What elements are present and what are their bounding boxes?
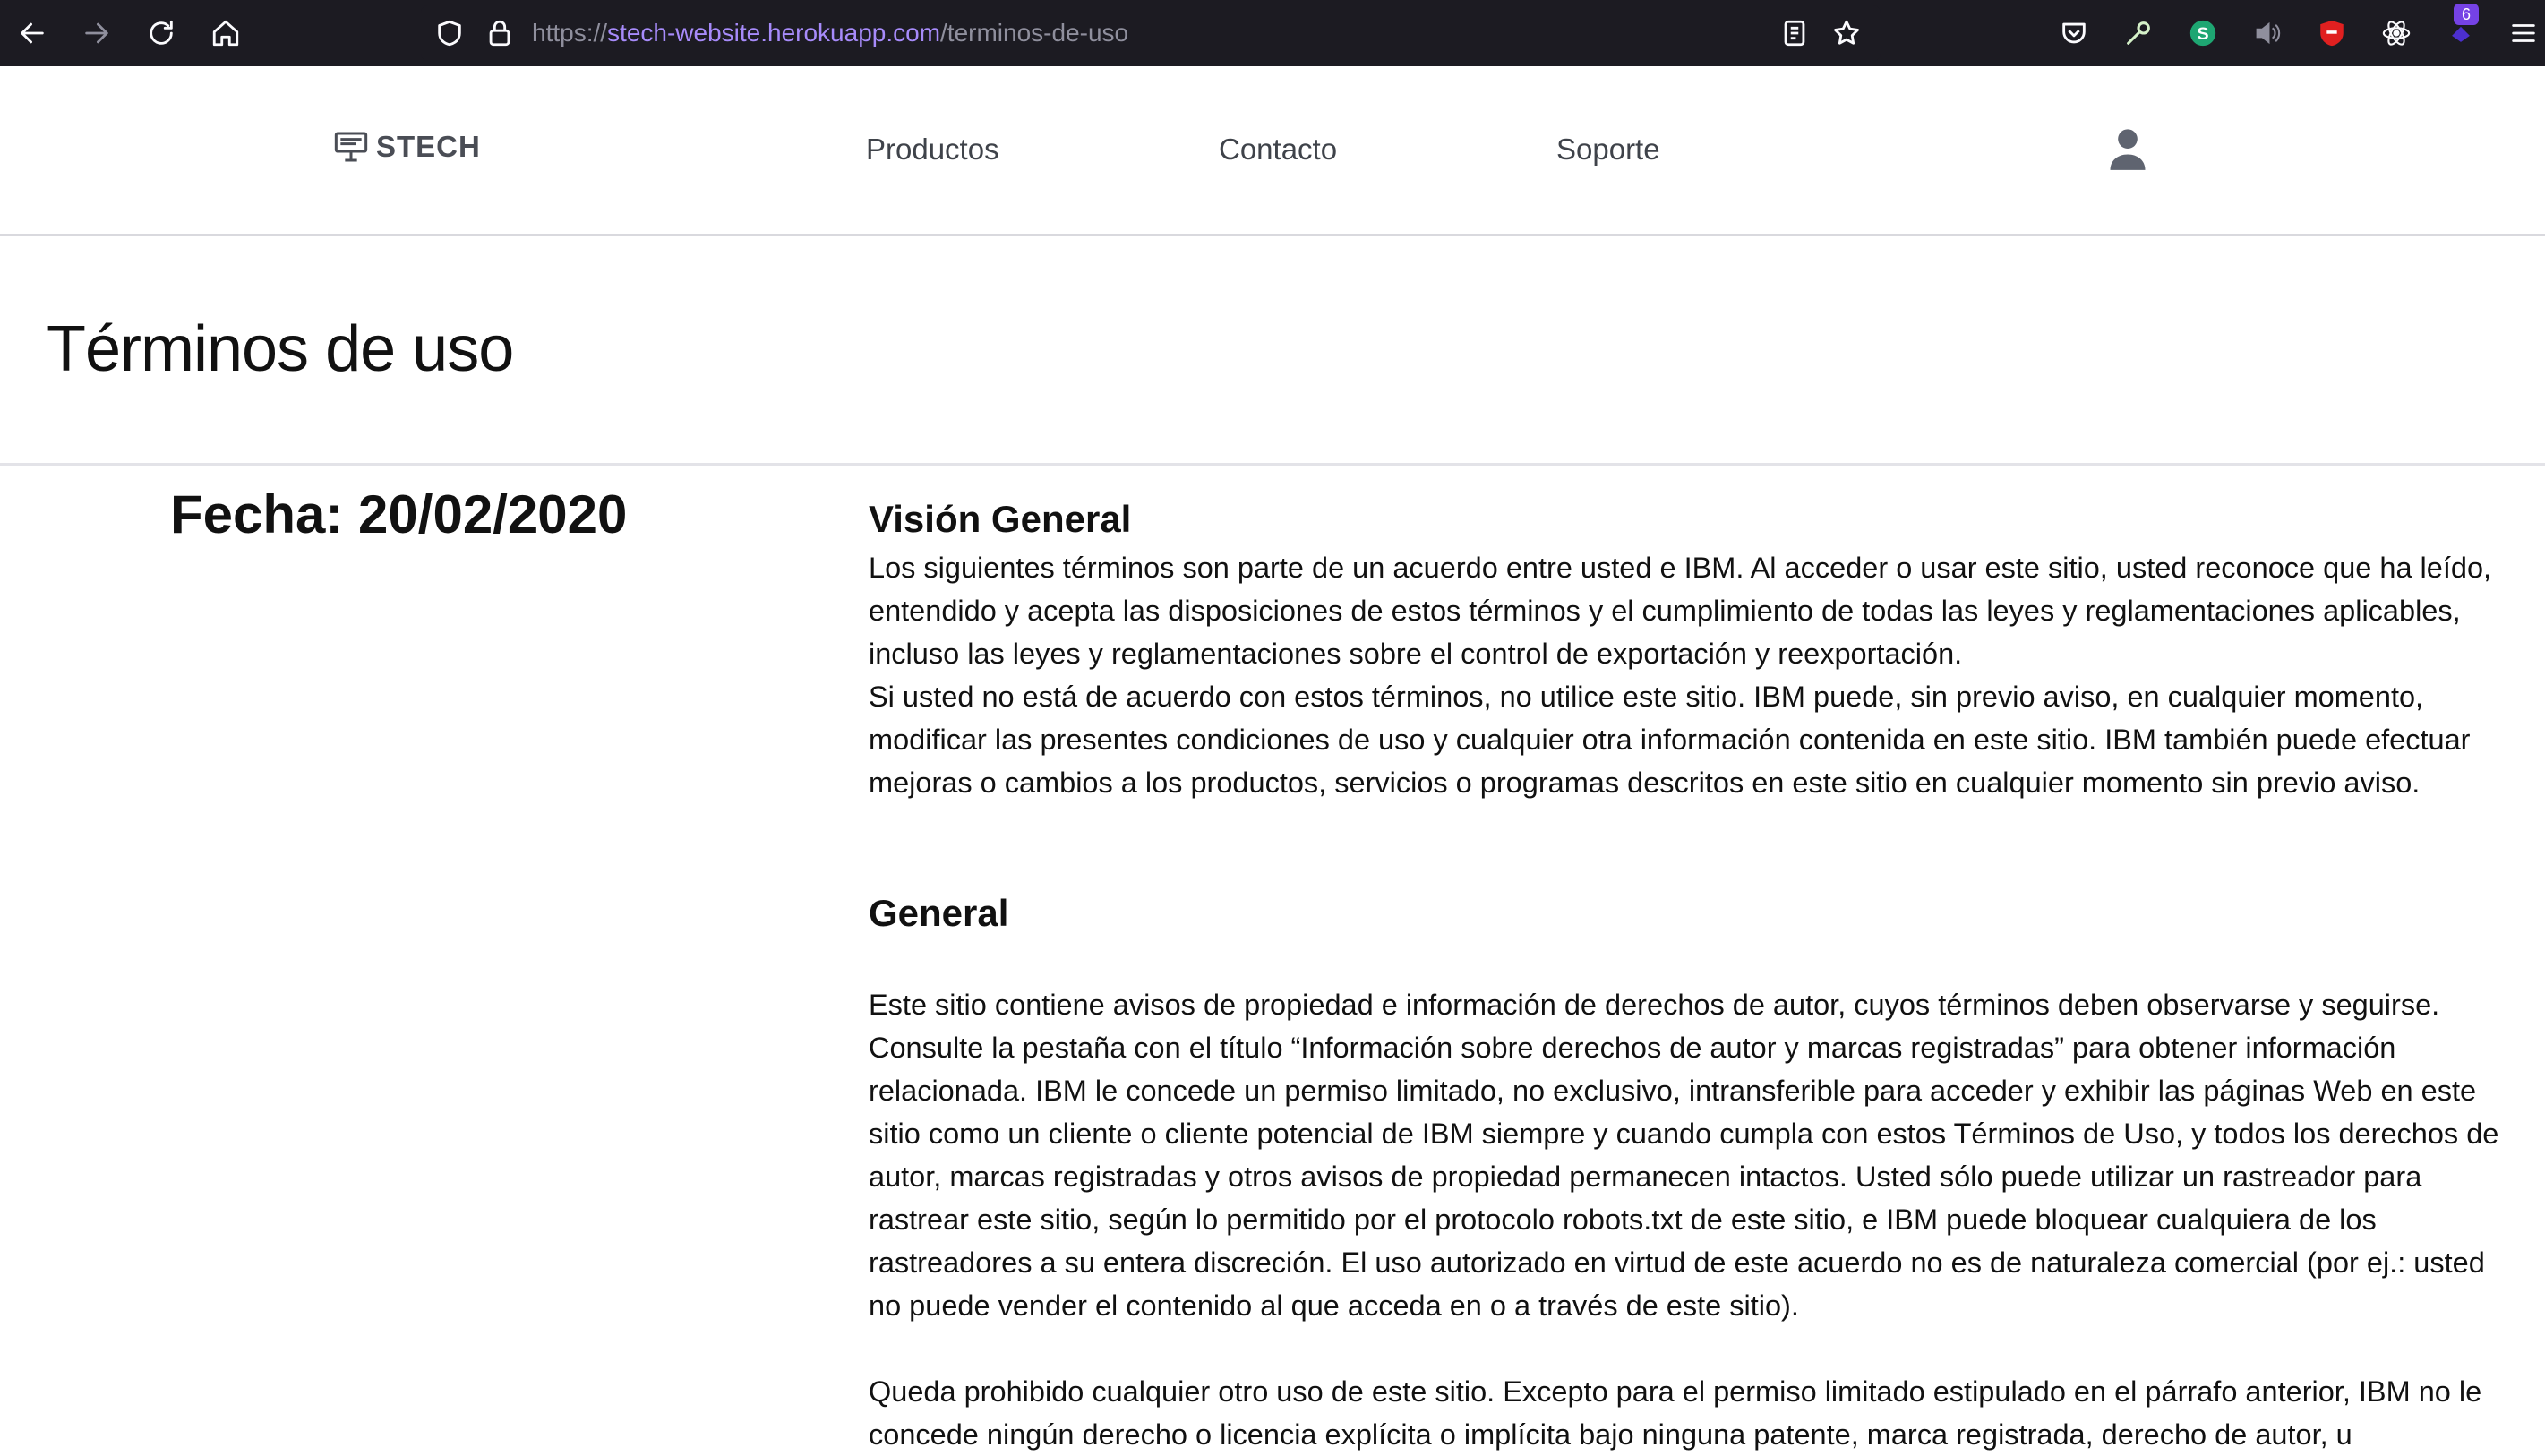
react-devtools-icon[interactable]: [2375, 12, 2418, 55]
nav-soporte[interactable]: Soporte: [1556, 133, 1660, 167]
logo[interactable]: STECH: [333, 129, 481, 165]
url-scheme: https://: [532, 19, 608, 47]
lock-icon[interactable]: [478, 12, 521, 55]
url-text[interactable]: https://stech-website.herokuapp.com/term…: [532, 13, 1128, 53]
shield-icon[interactable]: [428, 12, 471, 55]
home-icon[interactable]: [204, 12, 247, 55]
url-path: /terminos-de-uso: [940, 19, 1129, 47]
site-header: STECH Productos Contacto Soporte: [0, 66, 2545, 236]
browser-toolbar: https://stech-website.herokuapp.com/term…: [0, 0, 2545, 66]
forward-icon[interactable]: [75, 12, 118, 55]
nav-contacto[interactable]: Contacto: [1219, 133, 1337, 167]
url-host: stech-website.herokuapp.com: [607, 19, 941, 47]
logo-text: STECH: [376, 130, 481, 163]
svg-text:S: S: [2197, 24, 2208, 44]
section-heading: General: [869, 892, 1009, 934]
extension-badge: 6: [2454, 4, 2479, 25]
date-heading: Fecha: 20/02/2020: [170, 484, 628, 544]
menu-icon[interactable]: [2502, 12, 2545, 55]
wrench-icon[interactable]: [2117, 12, 2160, 55]
section-paragraph: Este sitio contiene avisos de propiedad …: [869, 989, 2499, 1322]
nav-productos[interactable]: Productos: [866, 133, 999, 167]
section-heading: Visión General: [869, 498, 1132, 540]
page-title: Términos de uso: [47, 313, 514, 385]
reload-icon[interactable]: [140, 12, 183, 55]
reader-view-icon[interactable]: [1773, 12, 1816, 55]
back-icon[interactable]: [11, 12, 54, 55]
section-vision-general: Visión General Los siguientes términos s…: [869, 492, 2516, 804]
bookmark-star-icon[interactable]: [1825, 12, 1868, 55]
pocket-icon[interactable]: [2052, 12, 2095, 55]
page-title-section: Términos de uso: [0, 239, 2545, 466]
section-general: General Este sitio contiene avisos de pr…: [869, 886, 2516, 1456]
s-extension-icon[interactable]: S: [2181, 12, 2224, 55]
monitor-logo-icon: [334, 132, 368, 162]
ublock-icon[interactable]: [2310, 12, 2353, 55]
section-paragraph: Los siguientes términos son parte de un …: [869, 552, 2492, 670]
section-paragraph: Si usted no está de acuerdo con estos té…: [869, 681, 2471, 799]
speaker-icon[interactable]: [2246, 12, 2289, 55]
user-icon[interactable]: [2104, 125, 2151, 172]
